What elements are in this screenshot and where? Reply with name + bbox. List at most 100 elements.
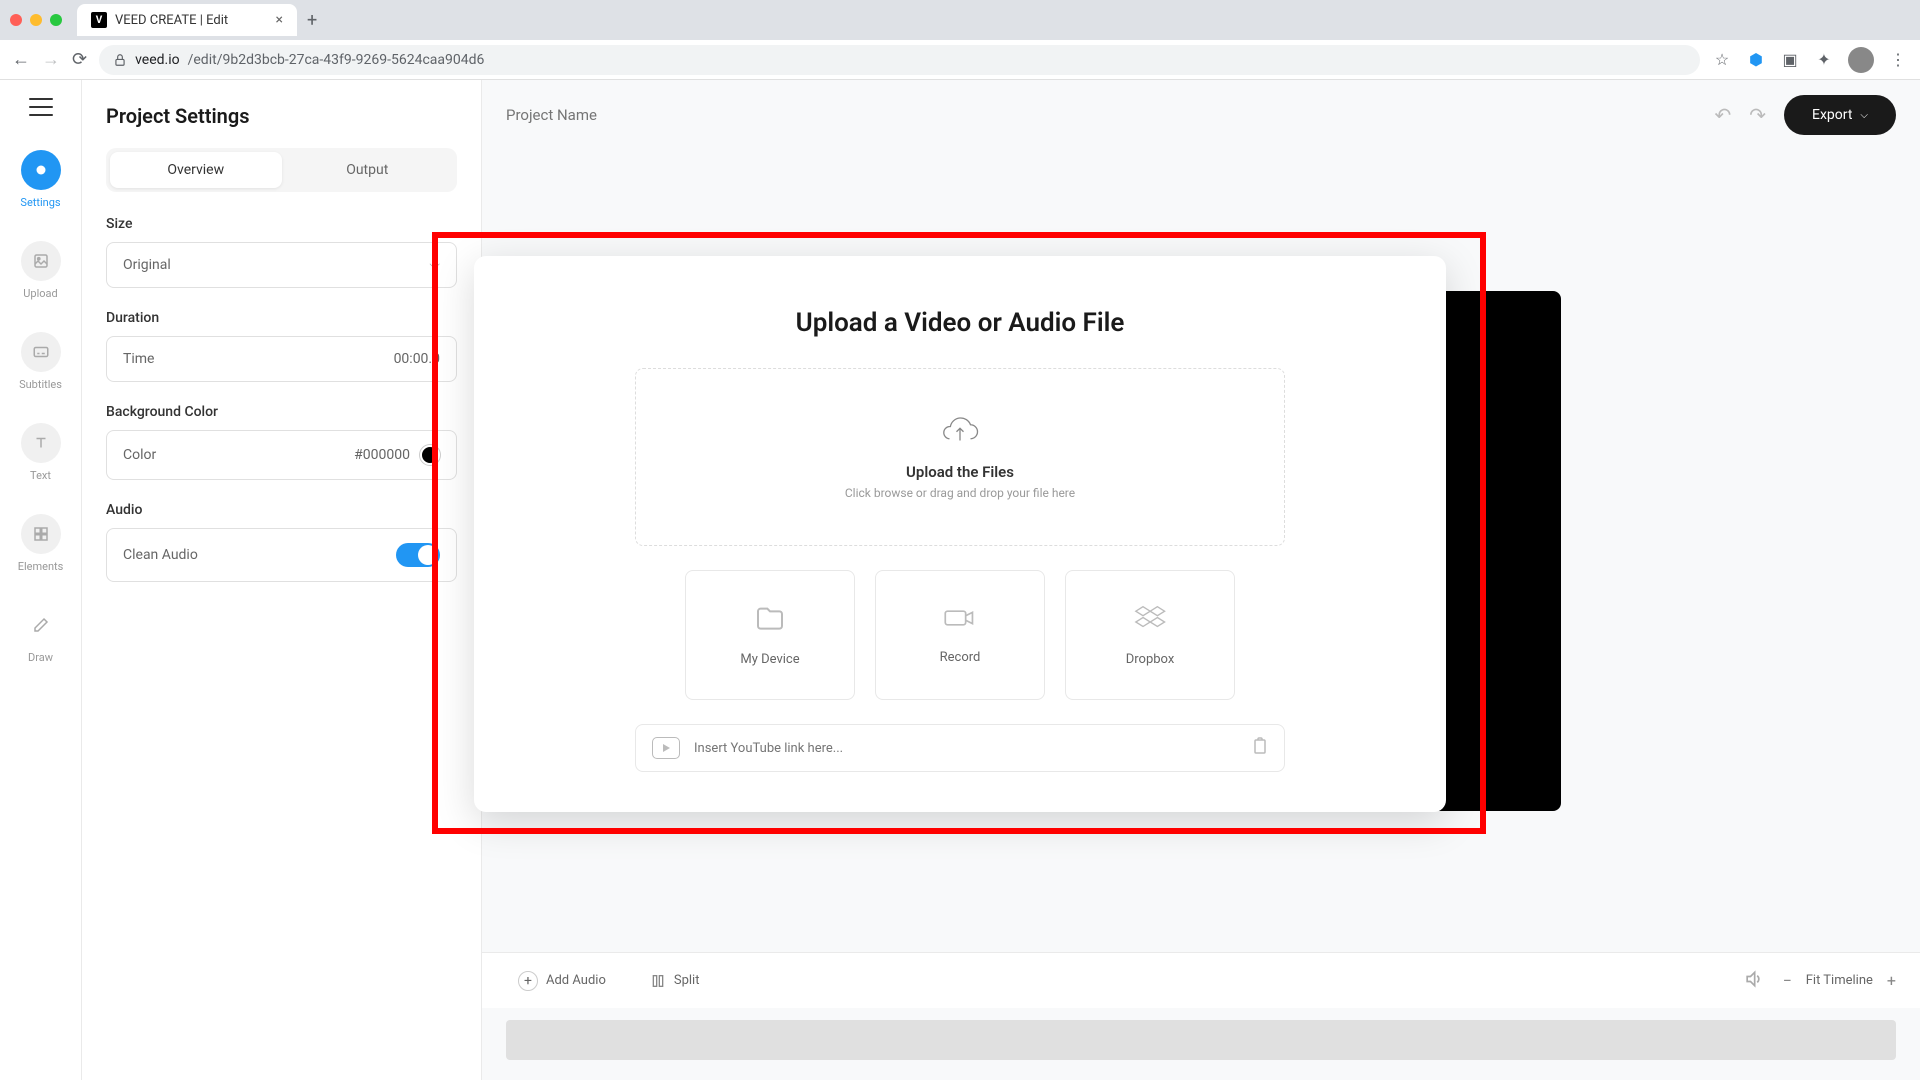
upload-modal: Upload a Video or Audio File Upload the … <box>474 256 1446 812</box>
source-label: My Device <box>740 652 799 667</box>
size-select[interactable]: Original ⌵ <box>106 242 457 288</box>
audio-label: Audio <box>106 502 457 518</box>
minimize-window-button[interactable] <box>30 14 42 26</box>
split-button[interactable]: Split <box>638 965 712 997</box>
duration-label: Duration <box>106 310 457 326</box>
split-icon <box>650 973 666 989</box>
bgcolor-field[interactable]: Color #000000 <box>106 430 457 480</box>
text-icon <box>21 423 61 463</box>
volume-icon[interactable] <box>1743 969 1763 993</box>
upload-icon <box>21 241 61 281</box>
dropzone-subtitle: Click browse or drag and drop your file … <box>845 485 1075 502</box>
source-label: Dropbox <box>1126 652 1175 667</box>
panel-title: Project Settings <box>106 104 457 128</box>
chevron-down-icon: ⌵ <box>429 257 440 273</box>
draw-icon <box>21 605 61 645</box>
settings-icon <box>21 150 61 190</box>
paste-icon[interactable] <box>1252 737 1268 759</box>
youtube-link-input[interactable] <box>694 741 1238 756</box>
maximize-window-button[interactable] <box>50 14 62 26</box>
source-dropbox[interactable]: Dropbox <box>1065 570 1235 700</box>
tab-title: VEED CREATE | Edit <box>115 13 228 28</box>
add-audio-button[interactable]: + Add Audio <box>506 963 618 999</box>
duration-value: 00:00.0 <box>394 351 440 367</box>
fit-timeline-label[interactable]: Fit Timeline <box>1806 973 1873 988</box>
project-name-input[interactable] <box>506 106 706 124</box>
source-options: My Device Record Dropbox <box>685 570 1235 700</box>
undo-button[interactable]: ↶ <box>1714 103 1731 127</box>
nav-item-elements[interactable]: Elements <box>0 506 81 581</box>
close-tab-icon[interactable]: × <box>276 12 283 28</box>
zoom-in-button[interactable]: + <box>1887 971 1896 990</box>
upload-dropzone[interactable]: Upload the Files Click browse or drag an… <box>635 368 1285 546</box>
settings-tabs: Overview Output <box>106 148 457 192</box>
new-tab-button[interactable]: + <box>307 10 317 31</box>
browser-tab[interactable]: V VEED CREATE | Edit × <box>77 4 297 36</box>
browser-tab-bar: V VEED CREATE | Edit × + <box>0 0 1920 40</box>
menu-icon[interactable]: ⋮ <box>1888 50 1908 70</box>
folder-icon <box>754 604 786 636</box>
youtube-icon <box>652 737 680 759</box>
tab-overview[interactable]: Overview <box>110 152 282 188</box>
timeline-toolbar: + Add Audio Split − Fit Timeline + <box>482 952 1920 1008</box>
export-button[interactable]: Export ⌵ <box>1784 95 1896 135</box>
extension-icon[interactable]: ⬢ <box>1746 50 1766 70</box>
timeline-track[interactable] <box>506 1020 1896 1060</box>
extension-icon-2[interactable]: ▣ <box>1780 50 1800 70</box>
dropzone-title: Upload the Files <box>906 463 1014 481</box>
bgcolor-label: Background Color <box>106 404 457 420</box>
redo-button[interactable]: ↷ <box>1749 103 1766 127</box>
nav-item-upload[interactable]: Upload <box>0 233 81 308</box>
elements-icon <box>21 514 61 554</box>
forward-button[interactable]: → <box>42 49 60 70</box>
hamburger-menu-button[interactable] <box>29 98 53 116</box>
duration-field[interactable]: Time 00:00.0 <box>106 336 457 382</box>
bgcolor-field-label: Color <box>123 447 156 463</box>
tab-output[interactable]: Output <box>282 152 454 188</box>
dropbox-icon <box>1134 604 1166 636</box>
extensions-puzzle-icon[interactable]: ✦ <box>1814 50 1834 70</box>
nav-item-draw[interactable]: Draw <box>0 597 81 672</box>
url-domain: veed.io <box>135 52 180 68</box>
lock-icon <box>113 53 127 67</box>
duration-field-label: Time <box>123 351 154 367</box>
size-label: Size <box>106 216 457 232</box>
nav-label: Text <box>30 469 51 482</box>
cloud-upload-icon <box>939 413 981 451</box>
split-label: Split <box>674 973 700 988</box>
reload-button[interactable]: ⟳ <box>72 49 87 70</box>
clean-audio-toggle[interactable] <box>396 543 440 567</box>
chevron-down-icon: ⌵ <box>1860 110 1868 121</box>
nav-item-subtitles[interactable]: Subtitles <box>0 324 81 399</box>
clean-audio-row: Clean Audio <box>106 528 457 582</box>
zoom-out-button[interactable]: − <box>1783 971 1792 990</box>
url-path: /edit/9b2d3bcb-27ca-43f9-9269-5624caa904… <box>188 52 485 68</box>
source-label: Record <box>940 650 981 665</box>
bgcolor-value: #000000 <box>354 447 410 463</box>
youtube-link-bar <box>635 724 1285 772</box>
clean-audio-label: Clean Audio <box>123 547 198 563</box>
source-my-device[interactable]: My Device <box>685 570 855 700</box>
settings-panel: Project Settings Overview Output Size Or… <box>82 80 482 1080</box>
nav-item-text[interactable]: Text <box>0 415 81 490</box>
nav-label: Elements <box>18 560 64 573</box>
browser-address-bar: ← → ⟳ veed.io/edit/9b2d3bcb-27ca-43f9-92… <box>0 40 1920 80</box>
nav-item-settings[interactable]: Settings <box>0 142 81 217</box>
nav-label: Draw <box>28 651 53 664</box>
source-record[interactable]: Record <box>875 570 1045 700</box>
plus-icon: + <box>518 971 538 991</box>
back-button[interactable]: ← <box>12 49 30 70</box>
export-label: Export <box>1812 107 1852 123</box>
url-input[interactable]: veed.io/edit/9b2d3bcb-27ca-43f9-9269-562… <box>99 45 1700 75</box>
camera-icon <box>943 606 977 634</box>
profile-avatar[interactable] <box>1848 47 1874 73</box>
left-nav: Settings Upload Subtitles Text Elements <box>0 80 82 1080</box>
top-bar: ↶ ↷ Export ⌵ <box>482 80 1920 150</box>
size-value: Original <box>123 257 171 273</box>
star-icon[interactable]: ☆ <box>1712 50 1732 70</box>
close-window-button[interactable] <box>10 14 22 26</box>
subtitles-icon <box>21 332 61 372</box>
color-swatch[interactable] <box>420 445 440 465</box>
nav-label: Settings <box>20 196 60 209</box>
tab-favicon: V <box>91 12 107 28</box>
